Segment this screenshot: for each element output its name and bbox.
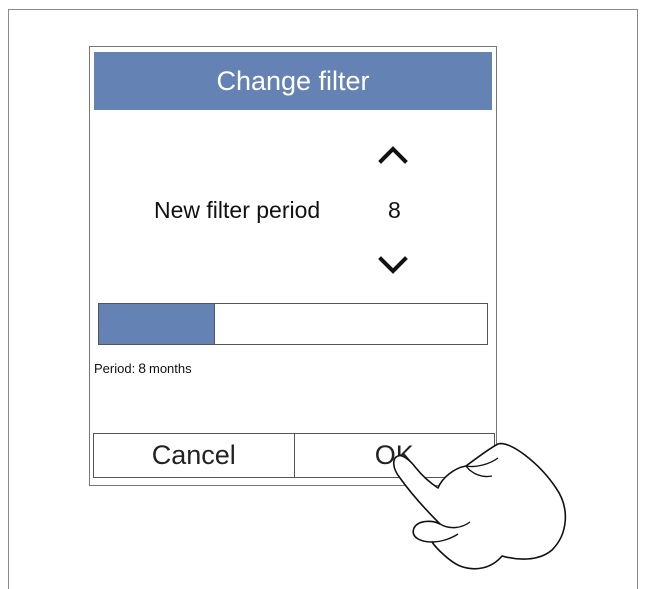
increase-period-button[interactable] (378, 142, 408, 166)
decrease-period-button[interactable] (378, 254, 408, 278)
filter-period-value: 8 (388, 197, 401, 223)
period-status: Period: 8 months (94, 360, 192, 376)
period-status-prefix: Period: (94, 361, 136, 376)
dialog-title-bar: Change filter (94, 52, 492, 110)
ok-button[interactable]: OK (294, 433, 495, 478)
chevron-down-icon (378, 256, 408, 274)
period-progress-fill (99, 304, 216, 344)
chevron-up-icon (378, 146, 408, 164)
dialog-title: Change filter (216, 65, 370, 96)
dialog-button-row: Cancel OK (93, 433, 495, 478)
change-filter-dialog: Change filter New filter period 8 Period… (89, 46, 497, 486)
period-progress-bar (98, 303, 488, 345)
cancel-button[interactable]: Cancel (93, 433, 295, 478)
period-status-unit: months (149, 361, 192, 376)
period-status-value: 8 (138, 360, 146, 376)
new-filter-period-label: New filter period (154, 197, 321, 223)
